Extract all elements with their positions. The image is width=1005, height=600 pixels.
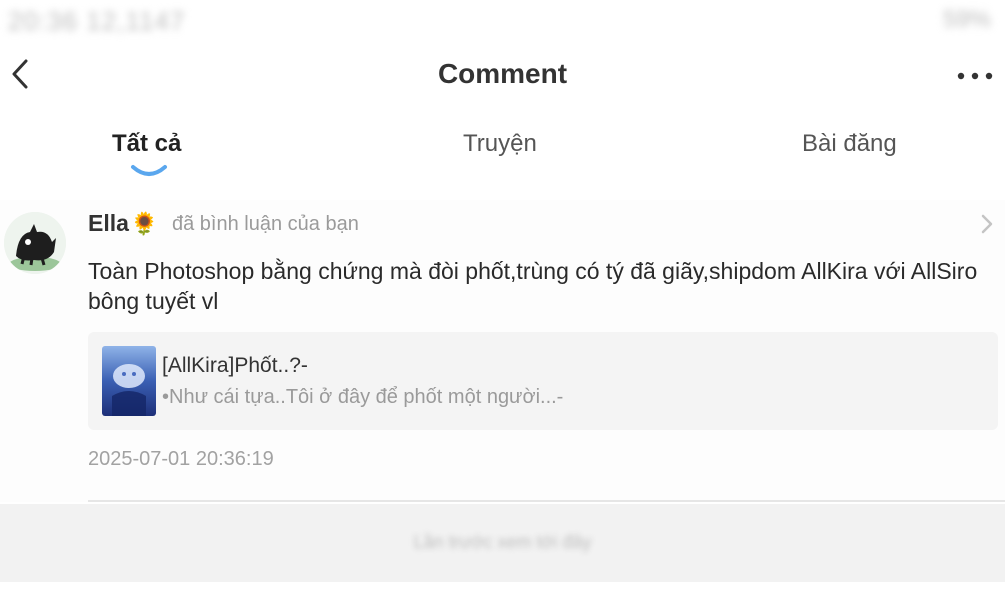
tab-bar: Tất cả Truyện Bài đăng (0, 120, 1005, 190)
tab-story[interactable]: Truyện (463, 130, 537, 158)
story-thumbnail (102, 346, 156, 416)
username-text: Ella (88, 210, 129, 236)
story-cover-image (102, 346, 156, 416)
more-horizontal-icon (957, 72, 993, 80)
chevron-right-icon[interactable] (977, 212, 997, 236)
divider (88, 500, 1005, 502)
footer-text: Lần trước xem tới đây (413, 532, 592, 552)
header: Comment (0, 44, 1005, 106)
tab-posts[interactable]: Bài đăng (802, 130, 897, 158)
status-bar: 20:36 12,1147 59% (0, 0, 1005, 36)
status-indicators: 59% (942, 6, 991, 33)
last-read-footer: Lần trước xem tới đây (0, 504, 1005, 582)
comment-timestamp: 2025-07-01 20:36:19 (88, 448, 274, 470)
story-card[interactable]: [AllKira]Phốt..?- •Như cái tựa..Tôi ở đâ… (88, 332, 998, 430)
comment-text: Toàn Photoshop bằng chứng mà đòi phốt,tr… (88, 258, 978, 314)
avatar[interactable] (4, 212, 66, 274)
comment-action-text: đã bình luận của bạn (172, 213, 359, 235)
sunflower-icon: 🌻 (130, 210, 159, 236)
username[interactable]: Ella 🌻 (88, 210, 158, 237)
status-time: 20:36 12,1147 (8, 6, 186, 36)
avatar-image (4, 212, 66, 274)
comment-item[interactable]: Ella 🌻 đã bình luận của bạn Toàn Photosh… (0, 200, 1005, 502)
active-tab-indicator (131, 165, 167, 176)
more-button[interactable] (953, 62, 997, 90)
story-title: [AllKira]Phốt..?- (162, 354, 308, 377)
tab-all[interactable]: Tất cả (112, 130, 181, 158)
story-description: •Như cái tựa..Tôi ở đây để phốt một ngườ… (162, 386, 564, 408)
page-title: Comment (437, 58, 568, 89)
